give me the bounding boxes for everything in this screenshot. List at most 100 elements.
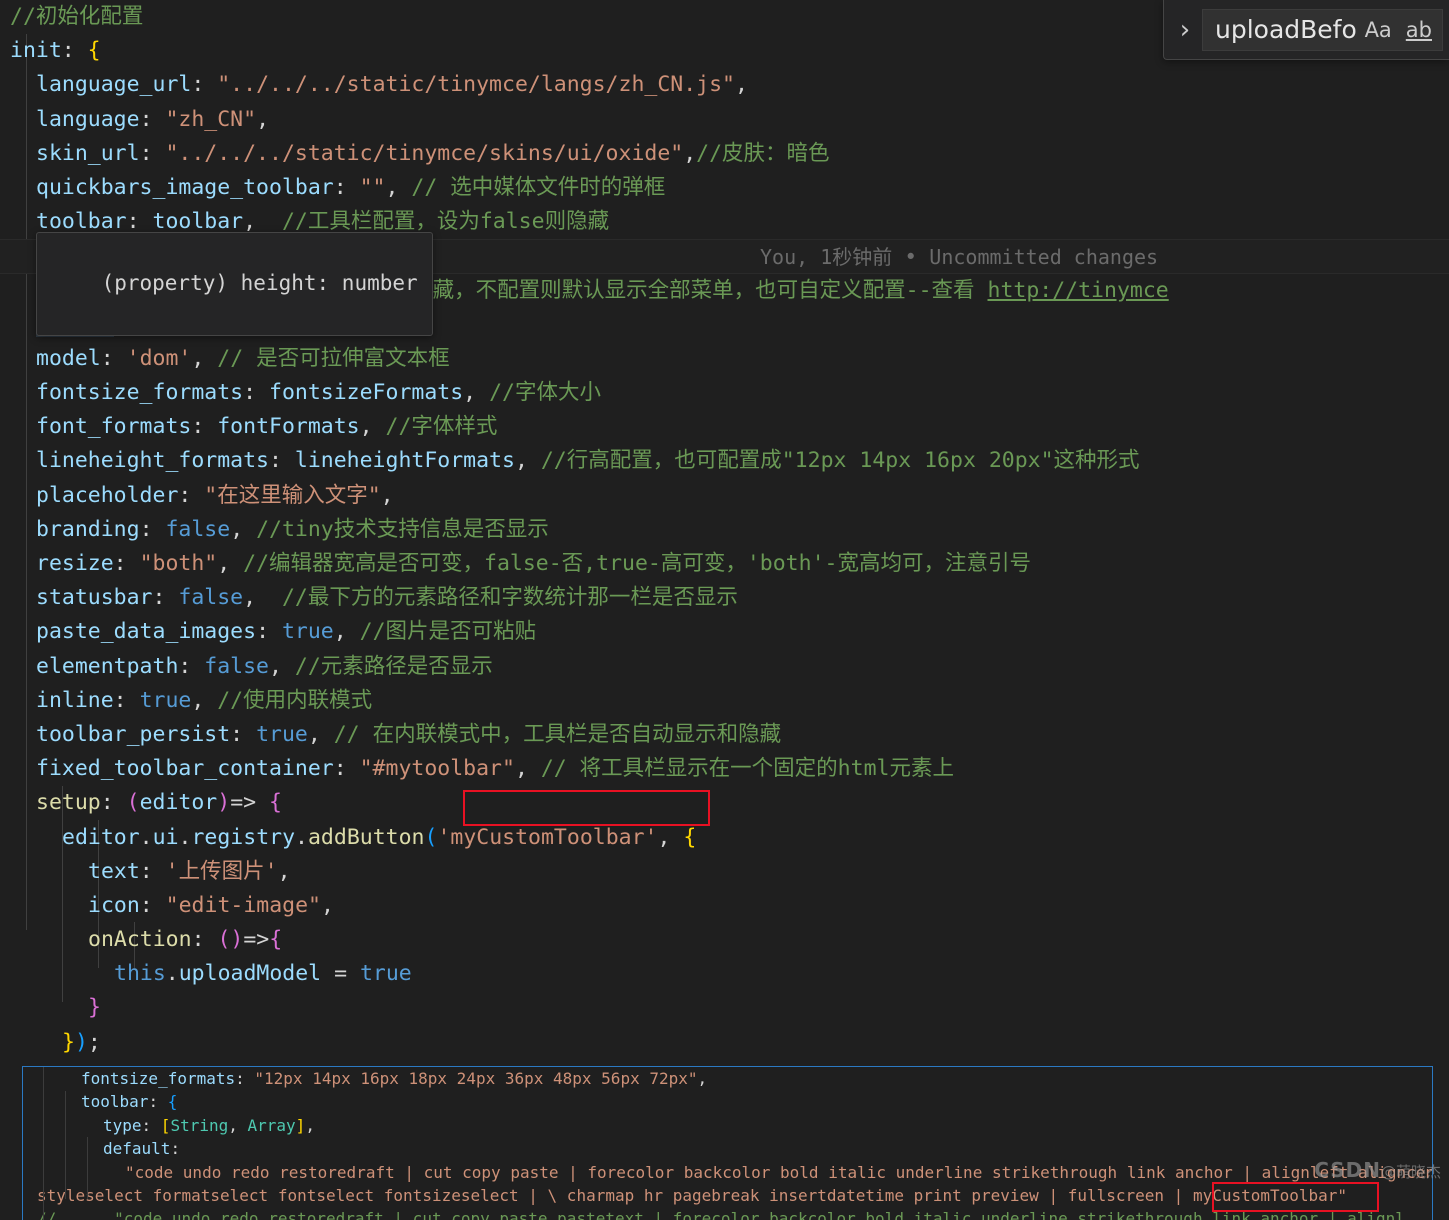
code-line[interactable]: model: 'dom', // 是否可拉伸富文本框 xyxy=(0,342,1449,376)
code-token: placeholder xyxy=(36,482,179,508)
peek-code-line[interactable]: "code undo redo restoredraft | cut copy … xyxy=(23,1161,1432,1184)
blame-author: You, 1秒钟前 xyxy=(760,245,905,270)
code-line[interactable]: editor.ui.registry.addButton('myCustomTo… xyxy=(0,821,1449,855)
peek-code-line[interactable]: type: [String, Array], xyxy=(23,1114,1432,1137)
code-token: true xyxy=(281,619,334,645)
code-token: : xyxy=(139,858,166,884)
code-token: fontsize_formats xyxy=(36,380,244,406)
code-line[interactable]: quickbars_image_toolbar: "", // 选中媒体文件时的… xyxy=(0,171,1449,205)
code-line[interactable]: placeholder: "在这里输入文字", xyxy=(0,479,1449,513)
code-token: "" xyxy=(359,174,386,200)
code-line[interactable]: resize: "both", //编辑器宽高是否可变，false-否,true… xyxy=(0,547,1449,581)
blame-status: Uncommitted changes xyxy=(917,245,1159,270)
peek-code-line[interactable]: fontsize_formats: "12px 14px 16px 18px 2… xyxy=(23,1067,1432,1090)
code-token: } xyxy=(88,995,101,1021)
code-token: . xyxy=(295,824,308,850)
code-token: true xyxy=(139,687,192,713)
code-line[interactable]: skin_url: "../../../static/tinymce/skins… xyxy=(0,137,1449,171)
code-token: ) xyxy=(230,927,244,953)
code-token: paste_data_images xyxy=(36,619,257,645)
code-token: styleselect formatselect fontselect font… xyxy=(37,1185,1348,1205)
code-token: //初始化配置 xyxy=(10,4,144,29)
code-editor[interactable]: //初始化配置 init: {language_url: "../../../st… xyxy=(0,0,1449,1070)
code-token: false xyxy=(204,653,270,679)
code-line[interactable]: branding: false, //tiny技术支持信息是否显示 xyxy=(0,513,1449,547)
code-token: => xyxy=(230,790,270,816)
code-token: fontFormats xyxy=(217,414,360,440)
code-token: "#mytoolbar" xyxy=(359,756,515,782)
code-token: setup xyxy=(36,790,101,816)
whole-word-icon[interactable]: ab xyxy=(1400,16,1438,44)
code-line[interactable]: setup: (editor)=> { xyxy=(0,786,1449,820)
code-token: , xyxy=(243,585,282,611)
code-token: Array xyxy=(247,1115,296,1135)
code-token: String xyxy=(170,1115,229,1135)
code-line[interactable]: lineheight_formats: lineheightFormats, /… xyxy=(0,444,1449,478)
code-line[interactable]: icon: "edit-image", xyxy=(0,889,1449,923)
code-token: fixed_toolbar_container xyxy=(36,756,334,782)
peek-code-line[interactable]: toolbar: { xyxy=(23,1090,1432,1113)
code-token: model xyxy=(36,345,101,371)
code-line[interactable]: elementpath: false, //元素路径是否显示 xyxy=(0,650,1449,684)
code-line[interactable]: language_url: "../../../static/tinymce/l… xyxy=(0,68,1449,102)
code-line[interactable]: statusbar: false, //最下方的元素路径和字数统计那一栏是否显示 xyxy=(0,581,1449,615)
code-line[interactable]: }); xyxy=(0,1026,1449,1060)
code-token: : xyxy=(178,482,205,508)
hover-tooltip-text: (property) height: number xyxy=(101,271,418,295)
chevron-right-icon[interactable]: › xyxy=(1172,10,1198,50)
code-token: , xyxy=(230,516,257,542)
find-input-container[interactable]: uploadBefore Aa ab xyxy=(1202,8,1443,51)
code-token: : xyxy=(243,380,269,406)
code-token: editor xyxy=(139,790,218,816)
watermark-brand: CSDN xyxy=(1314,1158,1381,1182)
code-line[interactable]: text: '上传图片', xyxy=(0,855,1449,889)
code-line[interactable]: onAction: ()=>{ xyxy=(0,923,1449,957)
peek-code-line[interactable]: default: xyxy=(23,1137,1432,1160)
code-token: "zh_CN" xyxy=(165,106,257,132)
code-line[interactable]: font_formats: fontFormats, //字体样式 xyxy=(0,410,1449,444)
code-token: true xyxy=(359,961,412,987)
code-token: 'dom' xyxy=(126,345,192,371)
code-token: // 将工具栏显示在一个固定的html元素上 xyxy=(540,756,954,782)
code-token: : xyxy=(256,619,282,645)
code-line[interactable]: fontsize_formats: fontsizeFormats, //字体大… xyxy=(0,376,1449,410)
code-token: ; xyxy=(87,1029,101,1055)
code-token: , xyxy=(697,1069,708,1088)
code-token: ) xyxy=(217,790,231,816)
code-token: init xyxy=(10,38,62,64)
code-token: , xyxy=(256,106,270,132)
peek-definition-panel[interactable]: fontsize_formats: "12px 14px 16px 18px 2… xyxy=(22,1066,1433,1220)
code-token: icon xyxy=(88,892,140,918)
search-input[interactable]: uploadBefore xyxy=(1215,15,1357,44)
code-token: . xyxy=(178,824,192,850)
code-token: : xyxy=(235,1069,255,1088)
code-token: elementpath xyxy=(36,653,179,679)
code-token: text xyxy=(88,858,140,884)
code-token: //工具栏配置，设为false则隐藏 xyxy=(281,209,610,235)
code-token: 'myCustomToolbar' xyxy=(437,824,658,850)
code-line[interactable]: } xyxy=(0,991,1449,1025)
match-case-icon[interactable]: Aa xyxy=(1359,16,1398,44)
code-line[interactable]: language: "zh_CN", xyxy=(0,103,1449,137)
peek-code-line[interactable]: // "code undo redo restoredraft | cut co… xyxy=(23,1207,1432,1220)
code-line[interactable]: toolbar_persist: true, // 在内联模式中，工具栏是否自动… xyxy=(0,718,1449,752)
peek-code-line[interactable]: styleselect formatselect fontselect font… xyxy=(23,1184,1432,1207)
code-token: , xyxy=(277,858,291,884)
find-widget[interactable]: › uploadBefore Aa ab xyxy=(1163,0,1449,60)
code-line[interactable]: fixed_toolbar_container: "#mytoolbar", /… xyxy=(0,752,1449,786)
code-line[interactable]: inline: true, //使用内联模式 xyxy=(0,684,1449,718)
code-line[interactable]: this.uploadModel = true xyxy=(0,957,1449,991)
code-token: "both" xyxy=(139,551,218,576)
code-token: , xyxy=(307,721,334,747)
code-token: : xyxy=(139,106,166,132)
code-token: inline xyxy=(36,687,114,713)
code-line[interactable]: paste_data_images: true, //图片是否可粘贴 xyxy=(0,615,1449,649)
code-token: : xyxy=(148,1092,168,1112)
code-token: , xyxy=(683,140,697,166)
code-token: : xyxy=(141,1115,161,1135)
code-token: . xyxy=(139,824,153,850)
code-token: "在这里输入文字" xyxy=(204,482,381,508)
code-token: font_formats xyxy=(36,414,192,440)
code-token: fontsize_formats xyxy=(81,1069,236,1088)
code-token: ( xyxy=(217,927,231,953)
